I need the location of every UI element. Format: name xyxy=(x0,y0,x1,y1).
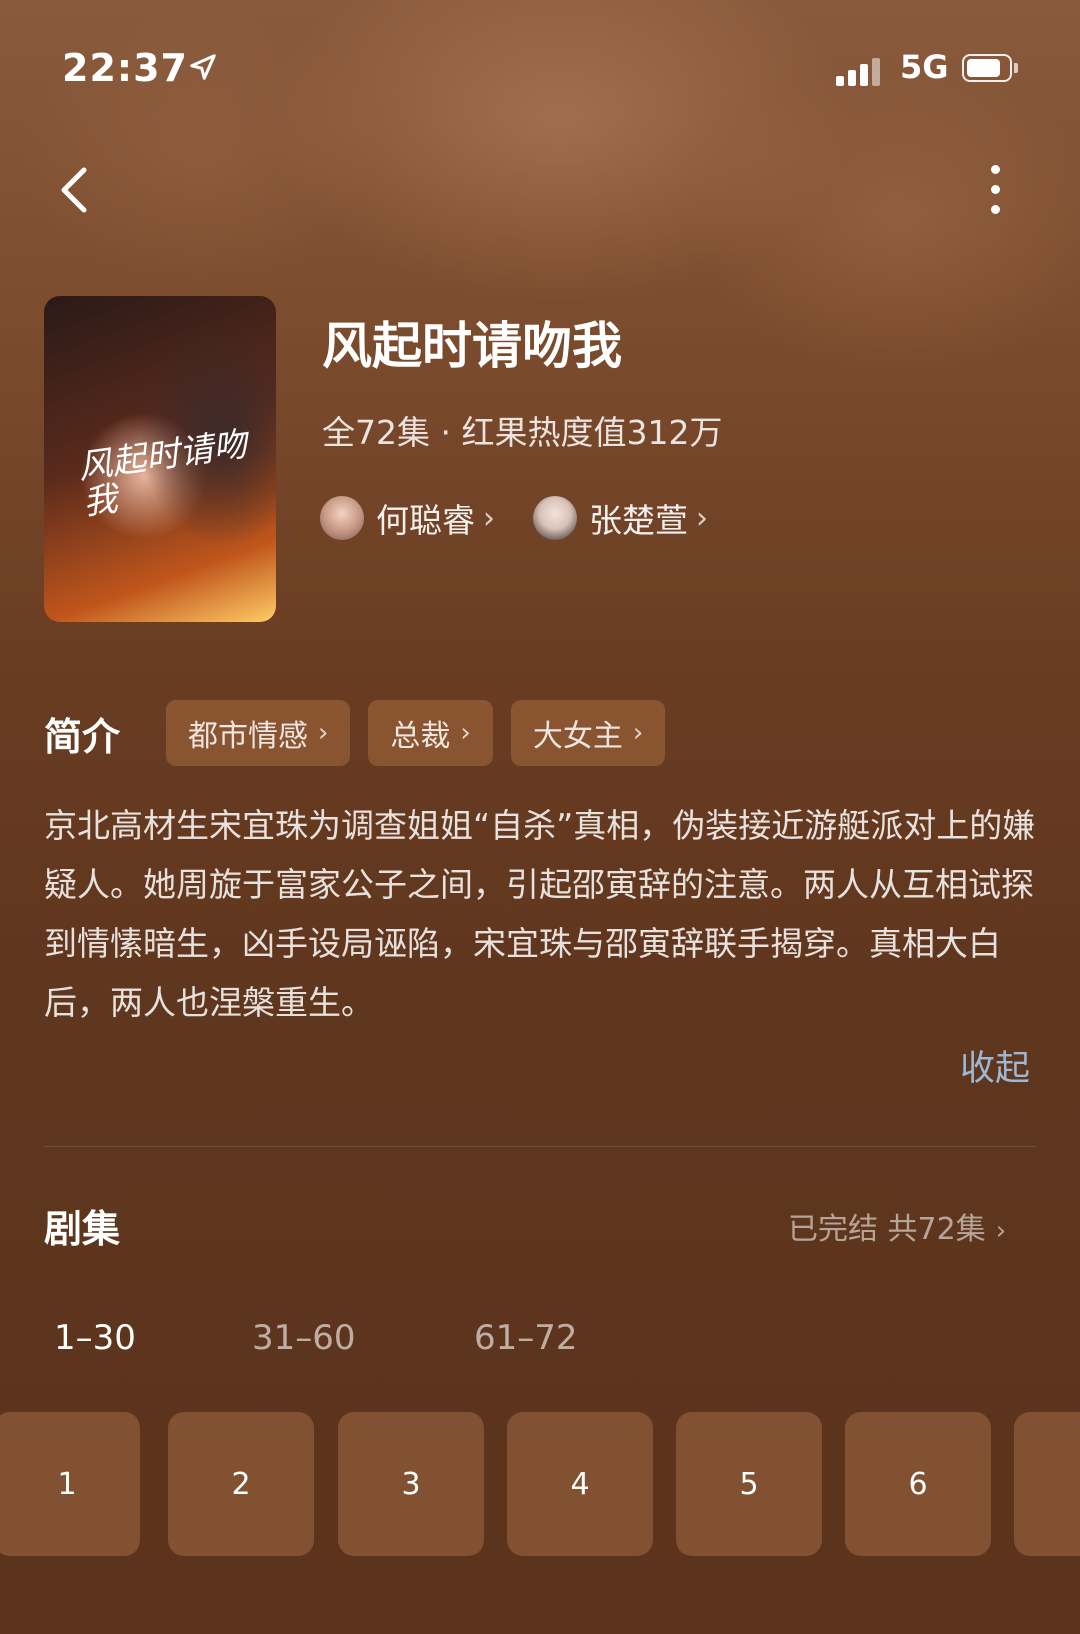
episodes-status: 已完结 共72集 xyxy=(788,1212,986,1247)
episode-grid: 1 2 3 4 5 6 7 xyxy=(0,1412,1080,1556)
tag-label: 大女主 xyxy=(532,719,623,754)
episode-button-7[interactable]: 7 xyxy=(1014,1412,1080,1556)
episode-button-6[interactable]: 6 xyxy=(845,1412,991,1556)
intro-header: 简介 都市情感 › 总裁 › 大女主 › xyxy=(44,700,683,766)
episodes-title: 剧集 xyxy=(44,1207,121,1251)
chevron-right-icon: › xyxy=(483,500,495,536)
episode-button-5[interactable]: 5 xyxy=(676,1412,822,1556)
episode-button-2[interactable]: 2 xyxy=(168,1412,314,1556)
show-title: 风起时请吻我 xyxy=(322,317,622,375)
chevron-right-icon: › xyxy=(696,500,708,536)
range-tab-3[interactable]: 61–72 xyxy=(474,1318,578,1358)
cast-item-1[interactable]: 何聪睿 › xyxy=(320,494,495,542)
cast-name: 何聪睿 xyxy=(376,501,475,540)
more-button[interactable] xyxy=(980,165,1010,225)
chevron-left-icon xyxy=(61,167,87,213)
cast-name: 张楚萱 xyxy=(589,501,688,540)
episode-button-4[interactable]: 4 xyxy=(507,1412,653,1556)
avatar xyxy=(533,496,577,540)
tag-urban-romance[interactable]: 都市情感 › xyxy=(166,700,351,766)
tag-label: 都市情感 xyxy=(188,719,309,754)
tag-ceo[interactable]: 总裁 › xyxy=(368,700,493,766)
cast-item-2[interactable]: 张楚萱 › xyxy=(533,494,708,542)
episode-button-3[interactable]: 3 xyxy=(338,1412,484,1556)
chevron-right-icon: › xyxy=(318,718,329,748)
status-bar: 22:37 5G xyxy=(0,40,1080,100)
tag-strong-heroine[interactable]: 大女主 › xyxy=(510,700,666,766)
intro-label: 简介 xyxy=(44,714,121,759)
signal-icon xyxy=(836,56,886,86)
episode-button-1[interactable]: 1 xyxy=(0,1412,140,1556)
network-type: 5G xyxy=(900,48,949,86)
range-tab-1[interactable]: 1–30 xyxy=(54,1318,136,1358)
collapse-button[interactable]: 收起 xyxy=(960,1040,1030,1091)
chevron-right-icon: › xyxy=(632,718,644,748)
poster-title: 风起时请吻我 xyxy=(75,424,250,524)
tag-label: 总裁 xyxy=(390,719,451,754)
divider xyxy=(44,1146,1036,1147)
synopsis-text: 京北高材生宋宜珠为调查姐姐“自杀”真相，伪装接近游艇派对上的嫌疑人。她周旋于富家… xyxy=(44,806,1036,1022)
episodes-status-link[interactable]: 已完结 共72集 › xyxy=(788,1204,1006,1248)
avatar xyxy=(320,496,364,540)
back-button[interactable] xyxy=(50,160,100,220)
battery-icon xyxy=(962,54,1018,84)
more-vertical-icon xyxy=(980,165,1010,214)
show-meta: 全72集 · 红果热度值312万 xyxy=(322,413,723,452)
cast-list: 何聪睿 › 张楚萱 › xyxy=(320,490,746,546)
chevron-right-icon: › xyxy=(995,1216,1007,1246)
show-poster[interactable]: 风起时请吻我 xyxy=(44,296,276,622)
location-arrow-icon xyxy=(190,54,216,80)
status-time: 22:37 xyxy=(62,46,188,90)
range-tab-2[interactable]: 31–60 xyxy=(252,1318,356,1358)
chevron-right-icon: › xyxy=(460,718,471,748)
